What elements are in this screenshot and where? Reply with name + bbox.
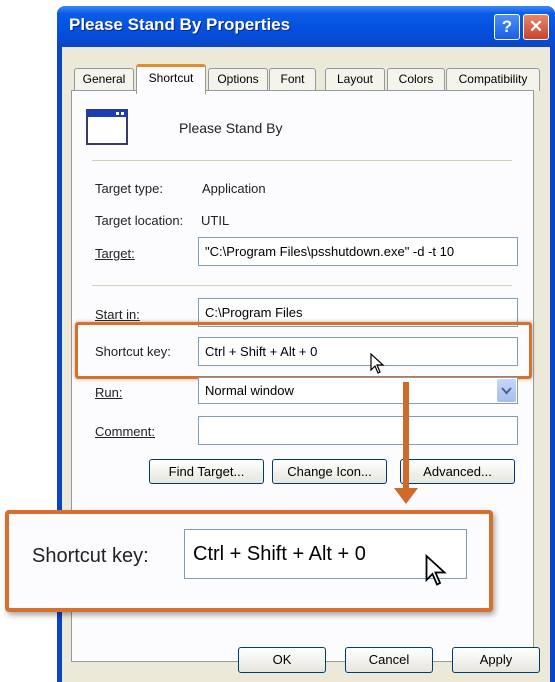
target-location-label: Target location: [95, 213, 184, 228]
mouse-cursor-icon [370, 352, 386, 375]
separator [92, 160, 512, 161]
find-target-button[interactable]: Find Target... [149, 459, 264, 484]
tab-layout[interactable]: Layout [325, 68, 385, 91]
run-select-value: Normal window [205, 383, 294, 398]
change-icon-button[interactable]: Change Icon... [272, 459, 387, 484]
separator [92, 285, 512, 286]
ok-button[interactable]: OK [238, 647, 326, 673]
callout-connector [403, 382, 409, 492]
tab-options[interactable]: Options [208, 68, 268, 91]
start-in-label: Start in: [95, 307, 140, 322]
advanced-button[interactable]: Advanced... [400, 459, 515, 484]
apply-button[interactable]: Apply [452, 647, 540, 673]
target-location-value: UTIL [201, 213, 230, 228]
close-icon[interactable]: ✕ [523, 14, 549, 40]
tab-compatibility[interactable]: Compatibility [446, 68, 540, 91]
tab-shortcut[interactable]: Shortcut [136, 64, 206, 94]
help-icon[interactable]: ? [494, 14, 520, 40]
window-title: Please Stand By Properties [69, 15, 291, 34]
comment-label: Comment: [95, 424, 155, 439]
comment-input[interactable] [198, 416, 518, 445]
target-type-value: Application [202, 181, 266, 196]
target-type-label: Target type: [95, 181, 163, 196]
callout-arrowhead [394, 488, 418, 504]
tab-font[interactable]: Font [269, 68, 316, 91]
dropdown-arrow-icon[interactable] [497, 379, 516, 402]
target-input[interactable]: "C:\Program Files\psshutdown.exe" -d -t … [198, 237, 518, 266]
run-label: Run: [95, 385, 123, 400]
run-select[interactable]: Normal window [198, 377, 518, 404]
title-bar[interactable]: Please Stand By Properties ? ✕ [57, 6, 555, 47]
zoom-shortcut-key-label: Shortcut key: [32, 545, 149, 567]
cancel-button[interactable]: Cancel [345, 647, 433, 673]
mouse-cursor-icon [425, 553, 449, 588]
highlight-box [75, 322, 532, 379]
shortcut-name: Please Stand By [179, 120, 283, 136]
tab-general[interactable]: General [74, 68, 134, 91]
zoom-callout: Shortcut key: Ctrl + Shift + Alt + 0 [5, 510, 493, 612]
tab-colors[interactable]: Colors [387, 68, 445, 91]
target-label: Target: [95, 246, 135, 261]
program-window-icon [86, 109, 128, 145]
